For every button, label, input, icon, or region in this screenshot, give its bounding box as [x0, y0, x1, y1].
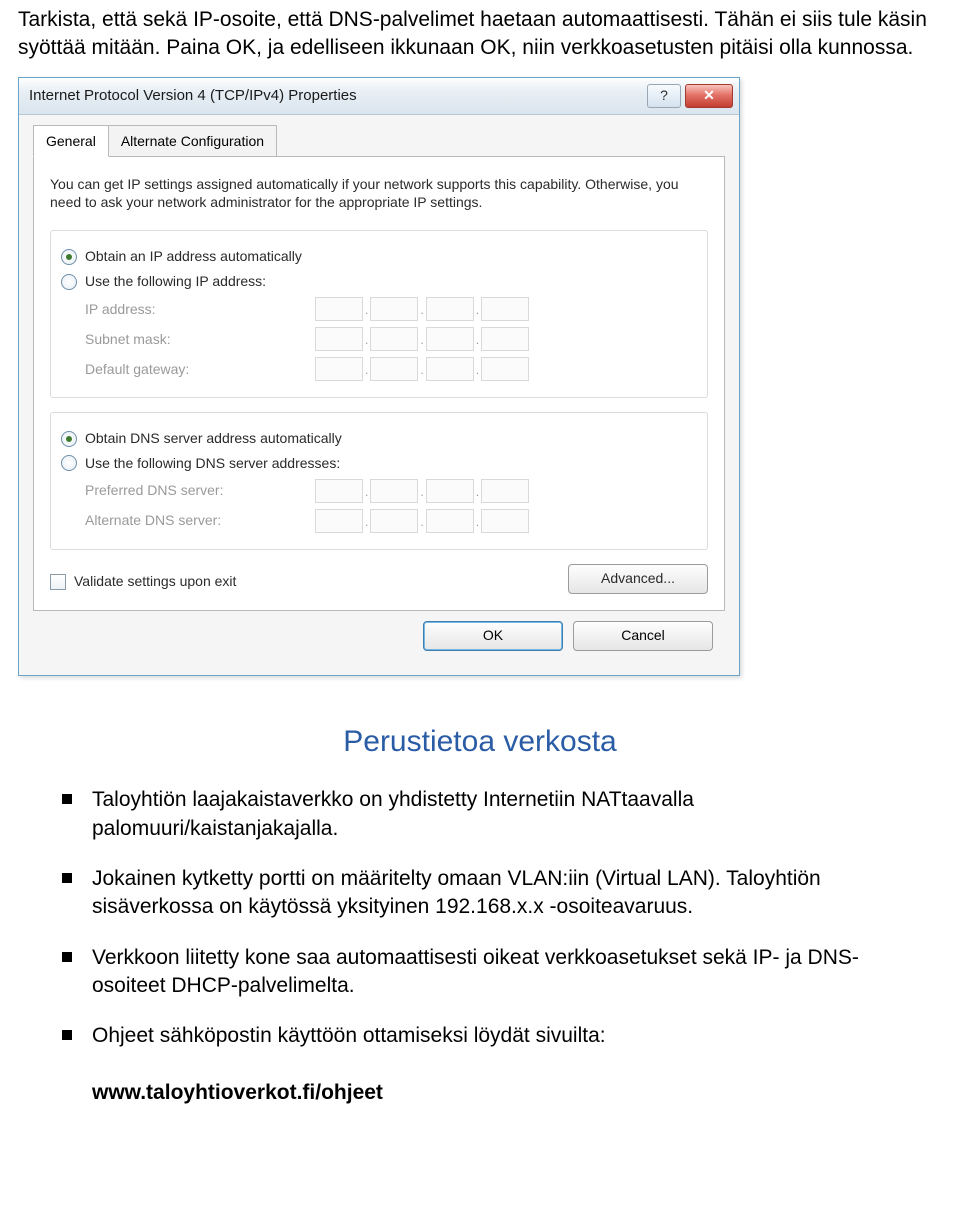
titlebar: Internet Protocol Version 4 (TCP/IPv4) P…	[19, 78, 739, 115]
list-item: Taloyhtiön laajakaistaverkko on yhdistet…	[92, 786, 930, 843]
tab-panel-general: You can get IP settings assigned automat…	[33, 156, 725, 611]
dns-group: Obtain DNS server address automatically …	[50, 412, 708, 550]
default-gateway-label: Default gateway:	[85, 360, 315, 379]
description-text: You can get IP settings assigned automat…	[50, 175, 708, 213]
checkbox-icon	[50, 574, 66, 590]
tab-alternate-configuration[interactable]: Alternate Configuration	[108, 125, 277, 157]
dialog-body: General Alternate Configuration You can …	[19, 115, 739, 675]
validate-label: Validate settings upon exit	[74, 572, 236, 591]
intro-text: Tarkista, että sekä IP-osoite, että DNS-…	[0, 0, 960, 73]
alternate-dns-label: Alternate DNS server:	[85, 511, 315, 530]
radio-icon	[61, 249, 77, 265]
preferred-dns-input: ...	[315, 479, 529, 503]
default-gateway-row: Default gateway: ...	[85, 357, 697, 381]
preferred-dns-label: Preferred DNS server:	[85, 481, 315, 500]
alternate-dns-row: Alternate DNS server: ...	[85, 509, 697, 533]
ip-address-row: IP address: ...	[85, 297, 697, 321]
radio-icon	[61, 274, 77, 290]
ip-group: Obtain an IP address automatically Use t…	[50, 230, 708, 398]
dialog-footer: OK Cancel	[33, 611, 725, 661]
list-item: Ohjeet sähköpostin käyttöön ottamiseksi …	[92, 1022, 930, 1050]
subnet-mask-input: ...	[315, 327, 529, 351]
advanced-button[interactable]: Advanced...	[568, 564, 708, 594]
radio-icon	[61, 455, 77, 471]
radio-ip-auto-label: Obtain an IP address automatically	[85, 247, 302, 266]
close-icon: ✕	[703, 86, 715, 105]
tcpip-properties-dialog: Internet Protocol Version 4 (TCP/IPv4) P…	[18, 77, 740, 676]
radio-icon	[61, 431, 77, 447]
alternate-dns-input: ...	[315, 509, 529, 533]
tabs: General Alternate Configuration	[33, 125, 725, 157]
cancel-button[interactable]: Cancel	[573, 621, 713, 651]
radio-ip-auto-row[interactable]: Obtain an IP address automatically	[61, 247, 697, 266]
tab-general[interactable]: General	[33, 125, 109, 157]
section-title: Perustietoa verkosta	[0, 722, 960, 763]
close-button[interactable]: ✕	[685, 84, 733, 108]
dialog-title: Internet Protocol Version 4 (TCP/IPv4) P…	[29, 86, 643, 106]
radio-ip-manual-row[interactable]: Use the following IP address:	[61, 272, 697, 291]
bullet-list: Taloyhtiön laajakaistaverkko on yhdistet…	[0, 786, 960, 1050]
preferred-dns-row: Preferred DNS server: ...	[85, 479, 697, 503]
subnet-mask-label: Subnet mask:	[85, 330, 315, 349]
help-button[interactable]: ?	[647, 84, 681, 108]
ip-address-input: ...	[315, 297, 529, 321]
radio-dns-manual-label: Use the following DNS server addresses:	[85, 454, 340, 473]
ok-button[interactable]: OK	[423, 621, 563, 651]
list-item: Jokainen kytketty portti on määritelty o…	[92, 865, 930, 922]
list-item: Verkkoon liitetty kone saa automaattises…	[92, 944, 930, 1001]
footer-url: www.taloyhtioverkot.fi/ohjeet	[0, 1073, 960, 1107]
validate-checkbox-row[interactable]: Validate settings upon exit	[50, 572, 236, 591]
radio-dns-manual-row[interactable]: Use the following DNS server addresses:	[61, 454, 697, 473]
default-gateway-input: ...	[315, 357, 529, 381]
help-icon: ?	[660, 86, 668, 105]
subnet-mask-row: Subnet mask: ...	[85, 327, 697, 351]
radio-dns-auto-label: Obtain DNS server address automatically	[85, 429, 342, 448]
ip-address-label: IP address:	[85, 300, 315, 319]
radio-ip-manual-label: Use the following IP address:	[85, 272, 266, 291]
radio-dns-auto-row[interactable]: Obtain DNS server address automatically	[61, 429, 697, 448]
